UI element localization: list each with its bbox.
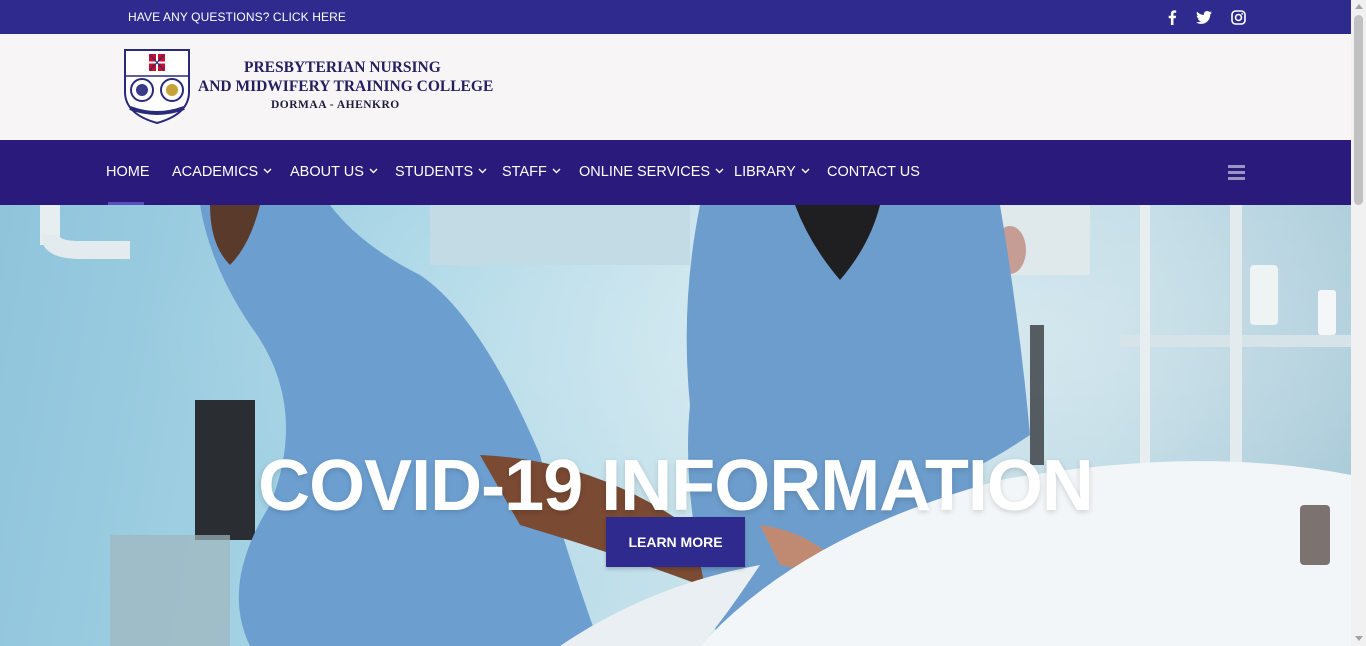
nav-item-academics[interactable]: ACADEMICS — [172, 164, 272, 180]
nav-item-online-services[interactable]: ONLINE SERVICES — [579, 164, 724, 180]
nav-label: CONTACT US — [827, 164, 920, 180]
facebook-icon[interactable] — [1163, 8, 1181, 26]
hero-title: COVID-19 INFORMATION — [258, 446, 1094, 526]
scroll-down-arrow-icon[interactable] — [1355, 636, 1363, 641]
chevron-down-icon — [263, 168, 272, 174]
nav-label: ABOUT US — [290, 164, 364, 180]
scroll-up-arrow-icon[interactable] — [1355, 4, 1363, 9]
college-logo[interactable]: PRESBYTERIAN NURSING AND MIDWIFERY TRAIN… — [120, 48, 493, 128]
crest-icon — [124, 49, 190, 124]
logo-line-1: PRESBYTERIAN NURSING — [244, 59, 441, 76]
chevron-down-icon — [715, 168, 724, 174]
nav-label: STAFF — [502, 164, 547, 180]
chevron-down-icon — [801, 168, 810, 174]
site-header: PRESBYTERIAN NURSING AND MIDWIFERY TRAIN… — [0, 34, 1351, 140]
nav-item-contact-us[interactable]: CONTACT US — [827, 164, 920, 180]
logo-line-3: DORMAA - AHENKRO — [271, 99, 400, 111]
instagram-icon[interactable] — [1229, 8, 1247, 26]
page: HAVE ANY QUESTIONS? CLICK HERE PRESBYTER… — [0, 0, 1366, 646]
nav-label: ACADEMICS — [172, 164, 259, 180]
nav-label: HOME — [106, 164, 150, 180]
nav-item-students[interactable]: STUDENTS — [395, 164, 487, 180]
nav-item-about-us[interactable]: ABOUT US — [290, 164, 378, 180]
top-bar: HAVE ANY QUESTIONS? CLICK HERE — [0, 0, 1351, 34]
questions-link[interactable]: HAVE ANY QUESTIONS? CLICK HERE — [128, 10, 346, 24]
nav-item-home[interactable]: HOME — [106, 164, 150, 180]
hamburger-menu-icon[interactable] — [1228, 165, 1245, 180]
chevron-down-icon — [552, 168, 561, 174]
logo-line-2: AND MIDWIFERY TRAINING COLLEGE — [198, 78, 494, 95]
nav-label: STUDENTS — [395, 164, 474, 180]
page-scrollbar[interactable] — [1351, 0, 1366, 646]
nav-label: ONLINE SERVICES — [579, 164, 711, 180]
scrollbar-thumb[interactable] — [1354, 15, 1363, 205]
nav-label: LIBRARY — [734, 164, 796, 180]
nav-item-library[interactable]: LIBRARY — [734, 164, 810, 180]
hero-banner: COVID-19 INFORMATION LEARN MORE — [0, 205, 1351, 646]
twitter-icon[interactable] — [1195, 8, 1213, 26]
chevron-down-icon — [369, 168, 378, 174]
hero-photo-illustration — [40, 205, 1351, 646]
chevron-down-icon — [478, 168, 487, 174]
main-nav: HOME ACADEMICS ABOUT US STUDENTS STAFF O… — [0, 140, 1351, 205]
nav-item-staff[interactable]: STAFF — [502, 164, 561, 180]
learn-more-button[interactable]: LEARN MORE — [606, 517, 745, 567]
